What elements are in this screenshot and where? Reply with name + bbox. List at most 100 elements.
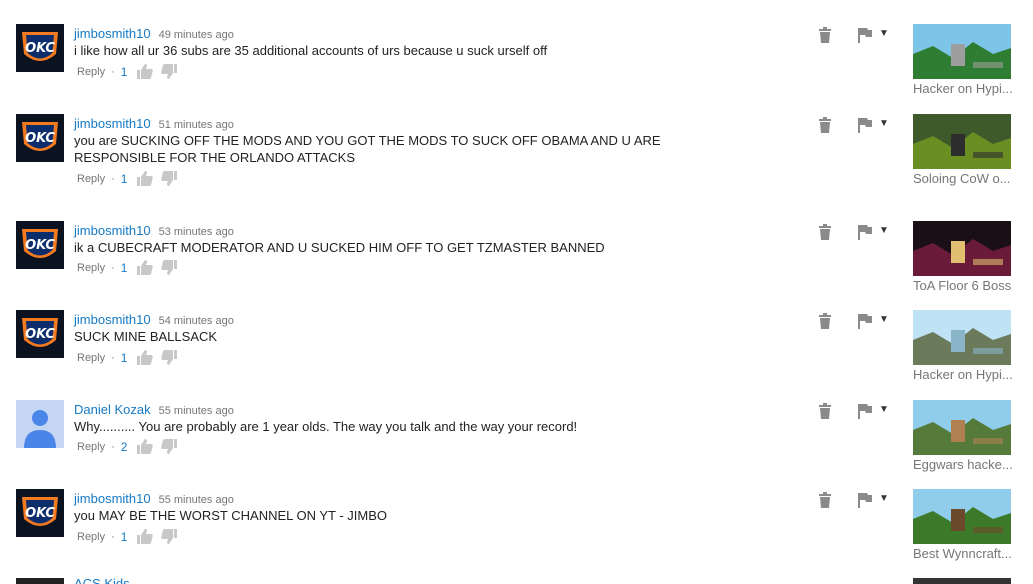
comment-item: Daniel Kozak 55 minutes ago Why.......... … — [0, 400, 1033, 490]
comment-header: jimbosmith10 49 minutes ago — [74, 26, 234, 41]
video-title[interactable]: ToA Floor 6 Boss — [913, 278, 1013, 293]
svg-text:OKC: OKC — [25, 327, 55, 342]
trash-icon[interactable] — [818, 403, 832, 424]
thumbs-up-icon[interactable] — [137, 350, 154, 365]
comment-text: you are SUCKING OFF THE MODS AND YOU GOT… — [74, 133, 661, 165]
comment-item: OKC jimbosmith10 51 minutes ago you are SUC… — [0, 114, 1033, 204]
like-count: 1 — [120, 64, 128, 79]
separator-dot: · — [111, 261, 115, 274]
chevron-down-icon[interactable]: ▼ — [879, 404, 889, 415]
flag-icon[interactable] — [857, 403, 873, 424]
comment-text: ik a CUBECRAFT MODERATOR AND U SUCKED HI… — [74, 240, 605, 255]
video-thumbnail[interactable] — [913, 114, 1011, 169]
like-count: 1 — [120, 260, 128, 275]
flag-icon[interactable] — [857, 27, 873, 48]
thumbs-up-icon[interactable] — [137, 171, 154, 186]
thumbs-down-icon[interactable] — [161, 439, 178, 454]
video-title[interactable]: Best Wynncraft... — [913, 546, 1013, 561]
video-thumbnail[interactable] — [913, 221, 1011, 276]
okc-logo-icon[interactable]: OKC — [16, 489, 64, 537]
trash-icon[interactable] — [818, 313, 832, 334]
comment-actions: Reply · 1 — [77, 260, 185, 278]
trash-icon[interactable] — [818, 492, 832, 513]
reply-button[interactable]: Reply — [77, 66, 105, 78]
separator-dot: · — [111, 440, 115, 453]
chevron-down-icon[interactable]: ▼ — [879, 493, 889, 504]
video-thumbnail[interactable] — [913, 400, 1011, 455]
comment-author[interactable]: jimbosmith10 — [74, 312, 151, 327]
thumbs-down-icon[interactable] — [161, 260, 178, 275]
comment-header: jimbosmith10 51 minutes ago — [74, 116, 234, 131]
thumbs-up-icon[interactable] — [137, 529, 154, 544]
comment-item: OKC jimbosmith10 55 minutes ago you MAY BE … — [0, 489, 1033, 579]
comment-header: jimbosmith10 55 minutes ago — [74, 491, 234, 506]
comment-actions: Reply · 1 — [77, 64, 185, 82]
reply-button[interactable]: Reply — [77, 262, 105, 274]
okc-logo-icon[interactable]: OKC — [16, 310, 64, 358]
okc-logo-icon[interactable]: OKC — [16, 24, 64, 72]
trash-icon[interactable] — [818, 27, 832, 48]
reply-button[interactable]: Reply — [77, 352, 105, 364]
svg-text:OKC: OKC — [25, 131, 55, 146]
trash-icon[interactable] — [818, 224, 832, 245]
comment-timestamp[interactable]: 53 minutes ago — [159, 226, 234, 238]
svg-text:OKC: OKC — [25, 238, 55, 253]
flag-icon[interactable] — [857, 117, 873, 138]
thumbs-up-icon[interactable] — [137, 64, 154, 79]
comment-actions: Reply · 1 — [77, 350, 185, 368]
comment-author[interactable]: jimbosmith10 — [74, 26, 151, 41]
video-thumbnail[interactable] — [913, 578, 1011, 584]
reply-button[interactable]: Reply — [77, 531, 105, 543]
comment-actions: Reply · 1 — [77, 171, 185, 189]
video-title[interactable]: Hacker on Hypi... — [913, 81, 1013, 96]
thumbs-up-icon[interactable] — [137, 439, 154, 454]
flag-icon[interactable] — [857, 492, 873, 513]
thumbs-down-icon[interactable] — [161, 529, 178, 544]
flag-icon[interactable] — [857, 224, 873, 245]
chevron-down-icon[interactable]: ▼ — [879, 28, 889, 39]
okc-logo-icon[interactable]: OKC — [16, 221, 64, 269]
reply-button[interactable]: Reply — [77, 173, 105, 185]
thumbs-up-icon[interactable] — [137, 260, 154, 275]
comment-item: OKC jimbosmith10 49 minutes ago i like how … — [0, 24, 1033, 114]
video-title[interactable]: Soloing CoW o... — [913, 171, 1013, 186]
comment-timestamp[interactable]: 55 minutes ago — [159, 405, 234, 417]
chevron-down-icon[interactable]: ▼ — [879, 118, 889, 129]
comment-item: OKC jimbosmith10 53 minutes ago ik a CUBECR… — [0, 221, 1033, 311]
video-thumbnail[interactable] — [913, 24, 1011, 79]
default-user-icon[interactable] — [16, 400, 64, 448]
comment-author[interactable]: jimbosmith10 — [74, 491, 151, 506]
video-title[interactable]: Hacker on Hypi... — [913, 367, 1013, 382]
trash-icon[interactable] — [818, 117, 832, 138]
svg-text:OKC: OKC — [25, 41, 55, 56]
like-count: 2 — [120, 439, 128, 454]
comment-timestamp[interactable]: 55 minutes ago — [159, 494, 234, 506]
like-count: 1 — [120, 350, 128, 365]
comment-author[interactable]: ACS Kids — [74, 576, 130, 584]
comment-author[interactable]: Daniel Kozak — [74, 402, 151, 417]
comment-timestamp[interactable]: 51 minutes ago — [159, 119, 234, 131]
comment-item: OKC jimbosmith10 54 minutes ago SUCK MINE B… — [0, 310, 1033, 400]
comment-author[interactable]: jimbosmith10 — [74, 116, 151, 131]
separator-dot: · — [111, 530, 115, 543]
reply-button[interactable]: Reply — [77, 441, 105, 453]
comment-text: Why.......... You are probably are 1 yea… — [74, 419, 578, 434]
okc-logo-icon[interactable]: OKC — [16, 114, 64, 162]
comment-actions: Reply · 1 — [77, 529, 185, 547]
thumbs-down-icon[interactable] — [161, 171, 178, 186]
avatar[interactable] — [16, 578, 64, 584]
flag-icon[interactable] — [857, 313, 873, 334]
comment-timestamp[interactable]: 54 minutes ago — [159, 315, 234, 327]
video-title[interactable]: Eggwars hacke... — [913, 457, 1013, 472]
comment-timestamp[interactable]: 49 minutes ago — [159, 29, 234, 41]
video-thumbnail[interactable] — [913, 310, 1011, 365]
video-thumbnail[interactable] — [913, 489, 1011, 544]
chevron-down-icon[interactable]: ▼ — [879, 225, 889, 236]
like-count: 1 — [120, 171, 128, 186]
thumbs-down-icon[interactable] — [161, 350, 178, 365]
comment-author[interactable]: jimbosmith10 — [74, 223, 151, 238]
comment-header: Daniel Kozak 55 minutes ago — [74, 402, 234, 417]
comment-text: you MAY BE THE WORST CHANNEL ON YT - JIM… — [74, 508, 388, 523]
chevron-down-icon[interactable]: ▼ — [879, 314, 889, 325]
thumbs-down-icon[interactable] — [161, 64, 178, 79]
